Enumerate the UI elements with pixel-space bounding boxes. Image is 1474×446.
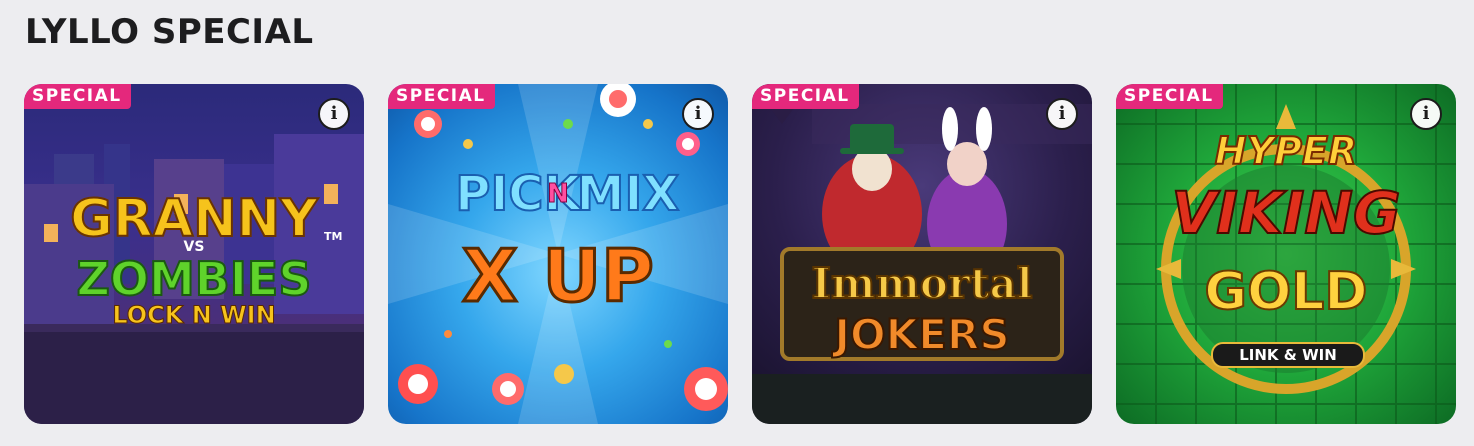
game-card-hyper-viking-gold[interactable]: HYPER VIKING GOLD LINK & WIN SPECIAL i: [1116, 84, 1456, 424]
info-icon: i: [1058, 103, 1066, 124]
info-button[interactable]: i: [682, 98, 714, 130]
game-artwork: [752, 84, 1092, 424]
special-badge: SPECIAL: [388, 84, 495, 109]
lyllo-special-section: LYLLO SPECIAL GRANNY VS ZOMBIES LOCK N W…: [0, 0, 1474, 446]
game-card-immortal-jokers[interactable]: Immortal JOKERS SPECIAL i: [752, 84, 1092, 424]
info-button[interactable]: i: [1410, 98, 1442, 130]
special-badge: SPECIAL: [24, 84, 131, 109]
logo-line-3: GOLD: [1203, 261, 1368, 323]
logo-line-4: LOCK N WIN: [112, 301, 276, 330]
section-title: LYLLO SPECIAL: [25, 12, 314, 52]
game-card-granny-vs-zombies[interactable]: GRANNY VS ZOMBIES LOCK N WIN TM SPECIAL …: [24, 84, 364, 424]
logo-line-3: MIX: [576, 165, 681, 223]
info-icon: i: [1422, 103, 1430, 124]
logo-line-4: LINK & WIN: [1211, 342, 1365, 368]
info-button[interactable]: i: [1046, 98, 1078, 130]
game-card-list: GRANNY VS ZOMBIES LOCK N WIN TM SPECIAL …: [24, 84, 1456, 424]
game-card-pick-n-mix-x-up[interactable]: PICK N MIX X UP SPECIAL i: [388, 84, 728, 424]
info-icon: i: [330, 103, 338, 124]
logo-line-2: VIKING: [1170, 178, 1401, 248]
special-badge: SPECIAL: [1116, 84, 1223, 109]
trademark: TM: [324, 230, 343, 243]
info-button[interactable]: i: [318, 98, 350, 130]
info-icon: i: [694, 103, 702, 124]
logo-line-1: Immortal: [810, 258, 1033, 309]
special-badge: SPECIAL: [752, 84, 859, 109]
logo-line-3: ZOMBIES: [76, 251, 313, 307]
logo-line-1: HYPER: [1214, 128, 1358, 174]
logo-line-4: X UP: [461, 233, 656, 320]
logo-line-2: JOKERS: [833, 309, 1010, 360]
